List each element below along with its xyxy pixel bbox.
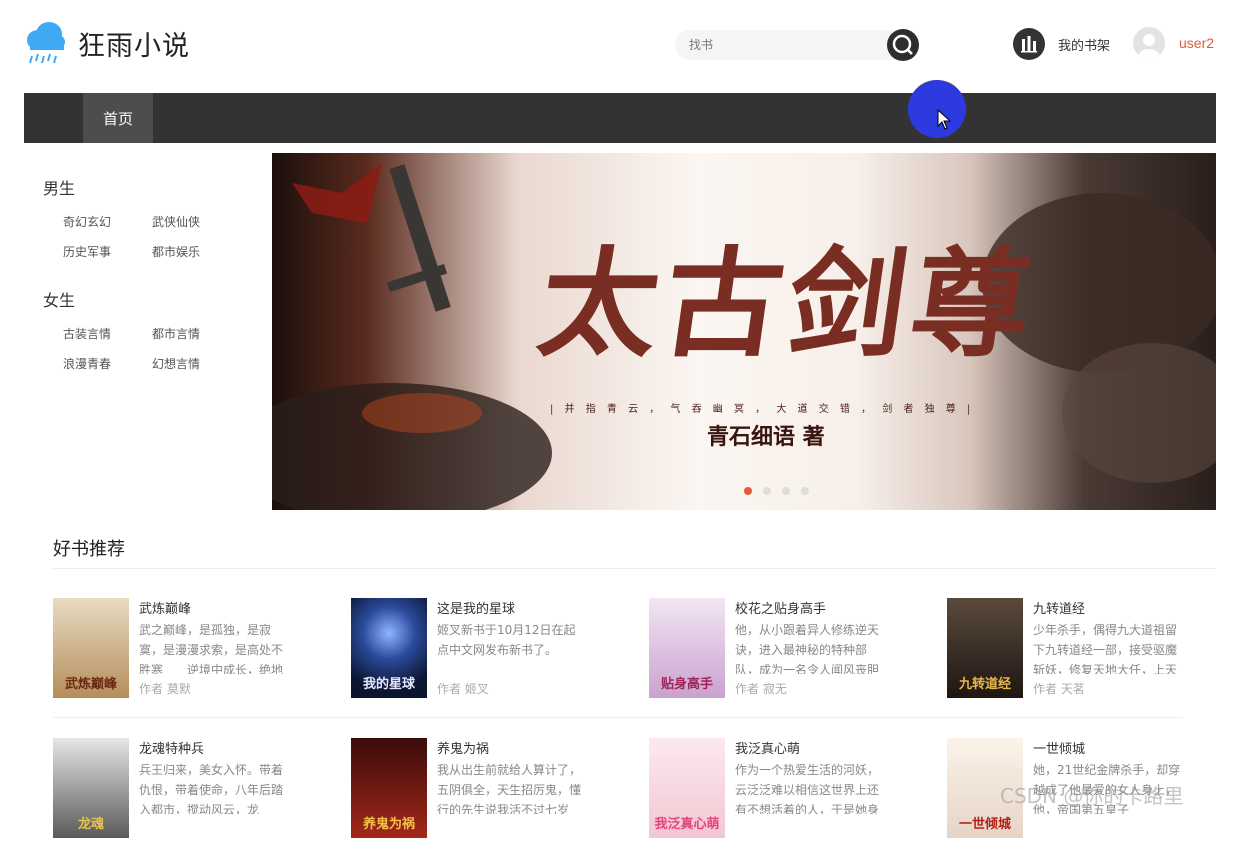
bookshelf-button[interactable] — [1013, 28, 1045, 60]
book-author: 作者 姬叉 — [437, 682, 489, 696]
watermark: CSDN @你的卡路里 — [1000, 784, 1184, 808]
category-link[interactable]: 历史军事 — [63, 243, 111, 260]
site-logo[interactable]: 狂雨小说 — [24, 20, 190, 66]
book-author: 作者 天茗 — [1033, 682, 1085, 696]
book-description: 我从出生前就给人算计了，五阴俱全，天生招厉鬼，懂行的先生说我活不过七岁 — [437, 763, 582, 814]
carousel-dot[interactable] — [782, 487, 790, 495]
book-title[interactable]: 一世倾城 — [1033, 738, 1085, 757]
bookshelf-icon — [1021, 36, 1037, 53]
book-title[interactable]: 这是我的星球 — [437, 598, 515, 617]
cursor-highlight — [908, 74, 966, 138]
search-button[interactable] — [887, 29, 919, 61]
book-author: 作者 寂无 — [735, 682, 787, 696]
divider — [53, 568, 1216, 569]
book-title[interactable]: 龙魂特种兵 — [139, 738, 204, 757]
book-card[interactable]: 我的星球 这是我的星球 姬叉新书于10月12日在起点中文网发布新书了。 作者 姬… — [351, 598, 621, 702]
username-link[interactable]: user2 — [1179, 35, 1214, 51]
main-nav: 首页 — [24, 93, 1216, 143]
book-title[interactable]: 养鬼为祸 — [437, 738, 489, 757]
book-card[interactable]: 我泛真心萌 我泛真心萌 作为一个热爱生活的河妖，云泛泛难以相信这世界上还有不想活… — [649, 738, 919, 842]
book-description: 作为一个热爱生活的河妖，云泛泛难以相信这世界上还有不想活着的人，于是她身 — [735, 763, 880, 814]
book-cover[interactable]: 武炼巅峰 — [53, 598, 129, 698]
book-title[interactable]: 武炼巅峰 — [139, 598, 191, 617]
rain-cloud-logo-icon — [24, 20, 66, 66]
book-card[interactable]: 龙魂 龙魂特种兵 兵王归来，美女入怀。带着仇恨，带着使命，八年后踏入都市，搅动风… — [53, 738, 323, 842]
book-card[interactable]: 贴身高手 校花之贴身高手 他，从小跟着异人修练逆天诀，进入最神秘的特种部队，成为… — [649, 598, 919, 702]
carousel-dot[interactable] — [763, 487, 771, 495]
avatar[interactable] — [1133, 27, 1165, 59]
book-description: 兵王归来，美女入怀。带着仇恨，带着使命，八年后踏入都市，搅动风云，龙 — [139, 763, 284, 814]
book-cover[interactable]: 九转道经 — [947, 598, 1023, 698]
banner-author: 青石细语 著 — [707, 424, 825, 450]
book-card[interactable]: 武炼巅峰 武炼巅峰 武之巅峰，是孤独，是寂寞，是漫漫求索，是高处不胜寒 逆境中成… — [53, 598, 323, 702]
category-link[interactable]: 奇幻玄幻 — [63, 213, 111, 230]
book-title[interactable]: 九转道经 — [1033, 598, 1085, 617]
book-title[interactable]: 校花之贴身高手 — [735, 598, 826, 617]
user-avatar-icon — [1138, 34, 1160, 59]
book-description: 武之巅峰，是孤独，是寂寞，是漫漫求索，是高处不胜寒 逆境中成长，绝地 — [139, 623, 284, 674]
nav-item-home[interactable]: 首页 — [83, 93, 153, 143]
banner-title: 太古剑尊 — [530, 234, 1047, 373]
carousel-dot[interactable] — [801, 487, 809, 495]
divider — [53, 717, 1183, 718]
book-title[interactable]: 我泛真心萌 — [735, 738, 800, 757]
category-link[interactable]: 幻想言情 — [152, 355, 200, 372]
carousel-dot[interactable] — [744, 487, 752, 495]
book-cover[interactable]: 养鬼为祸 — [351, 738, 427, 838]
recommend-section: 好书推荐 武炼巅峰 武炼巅峰 武之巅峰，是孤独，是寂寞，是漫漫求索，是高处不胜寒… — [24, 518, 1217, 838]
book-cover[interactable]: 龙魂 — [53, 738, 129, 838]
banner-carousel[interactable]: 太古剑尊 | 并 指 青 云 ， 气 吞 幽 冥 ， 大 道 交 错 ， 剑 者… — [272, 153, 1216, 510]
book-description: 少年杀手，偶得九大道祖留下九转道经一部，接受驱魔斩妖，修复天地大任，上天 — [1033, 623, 1178, 674]
category-link[interactable]: 浪漫青春 — [63, 355, 111, 372]
section-title: 好书推荐 — [53, 539, 125, 560]
category-link[interactable]: 古装言情 — [63, 325, 111, 342]
category-title-female: 女生 — [43, 291, 76, 310]
book-author: 作者 莫默 — [139, 682, 191, 696]
book-description: 他，从小跟着异人修练逆天诀，进入最神秘的特种部队，成为一名令人闻风丧胆 — [735, 623, 880, 674]
category-link[interactable]: 都市言情 — [152, 325, 200, 342]
bookshelf-link[interactable]: 我的书架 — [1058, 35, 1110, 54]
book-description: 姬叉新书于10月12日在起点中文网发布新书了。 — [437, 623, 576, 657]
book-cover[interactable]: 我的星球 — [351, 598, 427, 698]
banner-subtitle: | 并 指 青 云 ， 气 吞 幽 冥 ， 大 道 交 错 ， 剑 者 独 尊 … — [550, 404, 975, 415]
site-header: 狂雨小说 我的书架 user2 — [0, 0, 1236, 93]
book-cover[interactable]: 我泛真心萌 — [649, 738, 725, 838]
mouse-pointer-icon — [937, 108, 952, 130]
category-sidebar: 男生 奇幻玄幻 武侠仙侠 历史军事 都市娱乐 女生 古装言情 都市言情 浪漫青春… — [24, 153, 260, 510]
site-title: 狂雨小说 — [78, 30, 190, 62]
search-box — [675, 30, 918, 60]
book-card[interactable]: 九转道经 九转道经 少年杀手，偶得九大道祖留下九转道经一部，接受驱魔斩妖，修复天… — [947, 598, 1217, 702]
carousel-dots — [744, 487, 809, 495]
book-cover[interactable]: 贴身高手 — [649, 598, 725, 698]
search-input[interactable] — [689, 34, 889, 56]
search-icon — [892, 34, 913, 55]
category-title-male: 男生 — [43, 179, 76, 198]
category-link[interactable]: 都市娱乐 — [152, 243, 200, 260]
category-link[interactable]: 武侠仙侠 — [152, 213, 200, 230]
book-card[interactable]: 养鬼为祸 养鬼为祸 我从出生前就给人算计了，五阴俱全，天生招厉鬼，懂行的先生说我… — [351, 738, 621, 842]
